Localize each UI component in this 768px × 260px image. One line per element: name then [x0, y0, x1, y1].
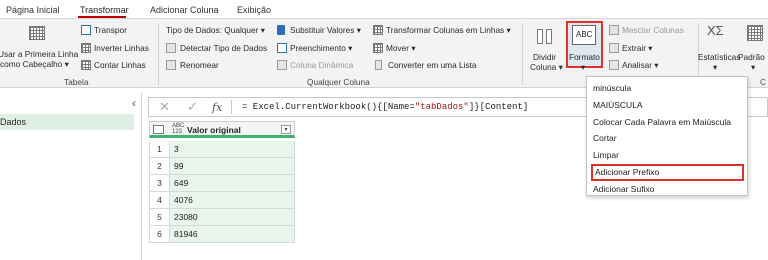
query-label: Dados: [0, 117, 27, 127]
group-label-tabela: Tabela: [64, 77, 89, 87]
cancel-formula-button[interactable]: ✕: [159, 99, 170, 115]
rename-icon: [166, 60, 176, 70]
convert-list-icon: [375, 60, 382, 70]
extract-icon: [609, 43, 619, 53]
tab-pagina-inicial[interactable]: Página Inicial: [6, 5, 60, 15]
active-tab-indicator: [78, 16, 126, 18]
cell-value[interactable]: 23080: [174, 212, 198, 222]
formula-suffix: ]}[Content]: [468, 102, 529, 112]
coluna-dinamica-button[interactable]: Coluna Dinâmica: [290, 60, 353, 70]
cell-value[interactable]: 649: [174, 178, 188, 188]
merge-columns-icon: [609, 25, 619, 35]
cell-value[interactable]: 81946: [174, 229, 198, 239]
group-label-qualquer-coluna: Qualquer Coluna: [307, 77, 370, 87]
use-first-row-button-line2[interactable]: como Cabeçalho ▾: [0, 59, 69, 69]
format-menu-item[interactable]: Adicionar Sufixo: [591, 181, 744, 198]
replace-values-icon: [277, 25, 285, 35]
table-row[interactable]: 5 23080: [149, 209, 295, 226]
format-menu-item[interactable]: Adicionar Prefixo: [591, 164, 744, 181]
detect-type-icon: [166, 43, 176, 53]
renomear-button[interactable]: Renomear: [180, 60, 219, 70]
reverse-rows-icon: [81, 43, 91, 53]
fill-down-icon: [277, 43, 287, 53]
analisar-button[interactable]: Analisar ▾: [622, 60, 658, 70]
contar-linhas-button[interactable]: Contar Linhas: [94, 60, 146, 70]
tab-transformar[interactable]: Transformar: [80, 5, 129, 15]
format-menu: minúscula MAIÚSCULA Colocar Cada Palavra e…: [586, 76, 748, 196]
mesclar-colunas-button[interactable]: Mesclar Colunas: [622, 25, 684, 35]
confirm-formula-button[interactable]: ✓: [187, 99, 198, 115]
table-row[interactable]: 2 99: [149, 158, 295, 175]
collapse-pane-button[interactable]: ‹: [132, 96, 136, 110]
table-header-icon: [29, 26, 45, 40]
format-menu-item[interactable]: Cortar: [591, 130, 744, 147]
queries-pane: ‹ Dados: [0, 92, 142, 260]
split-column-icon: [535, 27, 555, 45]
row-number: 6: [150, 226, 170, 242]
mover-button[interactable]: Mover ▾: [386, 43, 416, 53]
row-number: 3: [150, 175, 170, 191]
formato-label: Formato: [569, 52, 600, 62]
formato-caret: ▾: [581, 62, 586, 72]
row-number: 2: [150, 158, 170, 174]
dividir-coluna-button[interactable]: Dividir: [533, 52, 556, 62]
cell-value[interactable]: 3: [174, 144, 179, 154]
move-icon: [373, 43, 383, 53]
inverter-linhas-button[interactable]: Inverter Linhas: [94, 43, 149, 53]
estatisticas-button[interactable]: Estatísticas: [698, 52, 740, 62]
format-menu-item[interactable]: Limpar: [591, 147, 744, 164]
format-menu-item[interactable]: MAIÚSCULA: [591, 97, 744, 114]
formula-string: "tabDados": [414, 102, 469, 112]
table-menu-icon[interactable]: [153, 125, 164, 134]
format-menu-item[interactable]: minúscula: [591, 80, 744, 97]
group-separator: [522, 23, 523, 85]
column-header-valor-original[interactable]: Valor original: [187, 125, 241, 135]
data-type-dropdown[interactable]: Tipo de Dados: Qualquer ▾: [166, 25, 265, 35]
count-rows-icon: [81, 60, 91, 70]
row-number: 5: [150, 209, 170, 225]
column-header-row: ABC 123 Valor original ▾: [149, 121, 295, 138]
tab-exibicao[interactable]: Exibição: [237, 5, 271, 15]
column-filter-dropdown[interactable]: ▾: [281, 125, 291, 134]
pivot-column-icon: [277, 60, 287, 70]
converter-lista-button[interactable]: Converter em uma Lista: [388, 60, 477, 70]
use-first-row-button[interactable]: Usar a Primeira Linha: [0, 49, 78, 59]
formula-input[interactable]: = Excel.CurrentWorkbook(){[Name="tabDado…: [242, 102, 528, 112]
any-type-icon[interactable]: ABC 123: [172, 123, 184, 135]
extrair-button[interactable]: Extrair ▾: [622, 43, 652, 53]
statistics-icon: XΣ: [707, 23, 724, 38]
ribbon-tab-bar: Página Inicial Transformar Adicionar Col…: [0, 0, 768, 19]
format-icon: ABC: [572, 25, 596, 45]
table-row[interactable]: 4 4076: [149, 192, 295, 209]
tab-adicionar-coluna[interactable]: Adicionar Coluna: [150, 5, 219, 15]
row-number: 1: [150, 141, 170, 157]
transformar-colunas-button[interactable]: Transformar Colunas em Linhas ▾: [386, 25, 511, 35]
preenchimento-button[interactable]: Preenchimento ▾: [290, 43, 352, 53]
padrao-button[interactable]: Padrão: [738, 52, 765, 62]
table-row[interactable]: 13: [149, 141, 295, 158]
transpor-button[interactable]: Transpor: [94, 25, 127, 35]
substituir-valores-button[interactable]: Substituir Valores ▾: [290, 25, 361, 35]
cell-value[interactable]: 99: [174, 161, 183, 171]
formula-separator: [231, 100, 232, 114]
padrao-caret: ▾: [751, 62, 756, 72]
detectar-tipo-button[interactable]: Detectar Tipo de Dados: [180, 43, 267, 53]
transpose-icon: [81, 25, 91, 35]
dividir-coluna-button-line2[interactable]: Coluna ▾: [530, 62, 563, 72]
group-separator: [158, 23, 159, 85]
unpivot-icon: [373, 25, 383, 35]
formula-prefix: = Excel.CurrentWorkbook(){[Name=: [242, 102, 415, 112]
standard-icon: [747, 25, 763, 41]
table-row[interactable]: 6 81946: [149, 226, 295, 243]
row-number: 4: [150, 192, 170, 208]
parse-icon: [609, 60, 619, 70]
cell-value[interactable]: 4076: [174, 195, 193, 205]
fx-icon[interactable]: fx: [212, 101, 222, 114]
table-row[interactable]: 3 649: [149, 175, 295, 192]
format-menu-item[interactable]: Colocar Cada Palavra em Maiúscula: [591, 114, 744, 131]
estatisticas-caret: ▾: [713, 62, 718, 72]
group-label-partial: C: [760, 77, 766, 87]
query-item-dados[interactable]: Dados: [0, 114, 134, 130]
